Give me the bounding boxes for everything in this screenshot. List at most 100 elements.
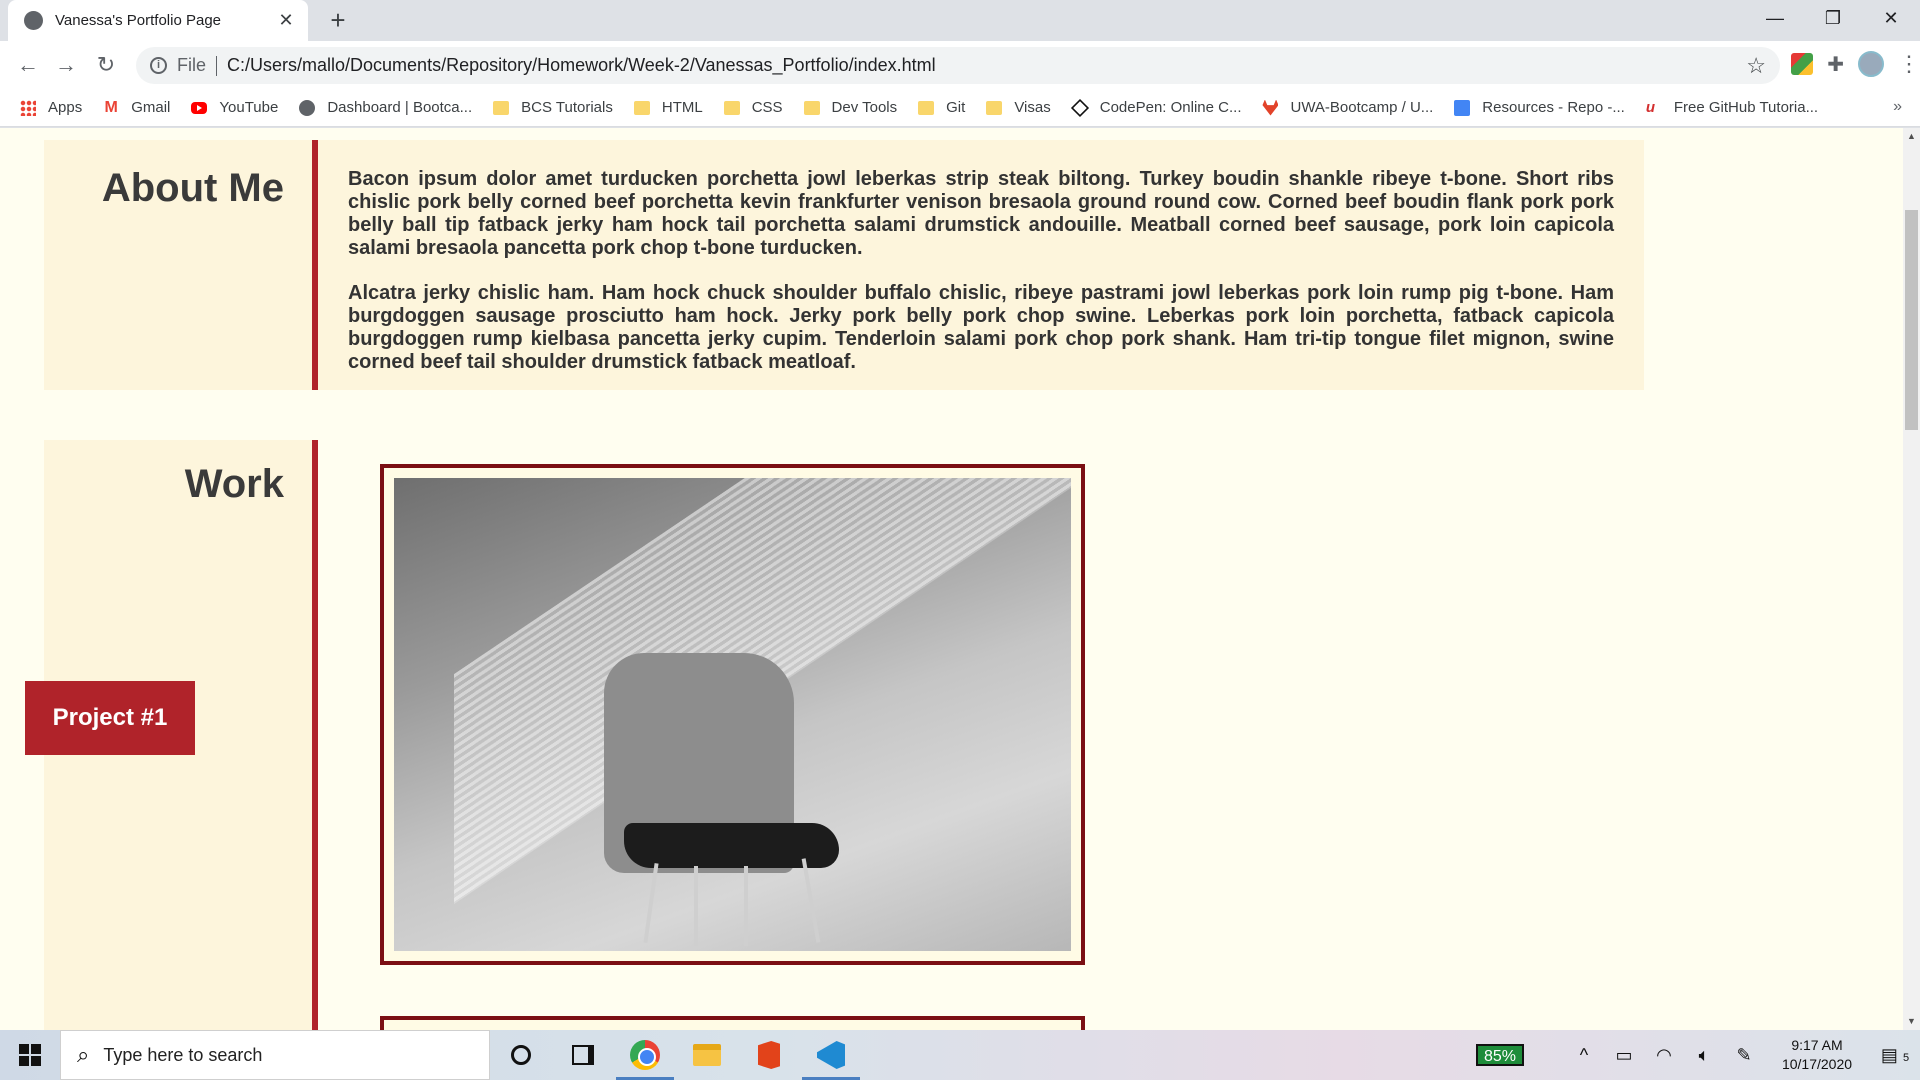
menu-kebab-icon[interactable]: ⋮ (1898, 51, 1920, 77)
info-icon[interactable]: i (150, 57, 167, 74)
folder-icon (986, 100, 1003, 115)
scroll-up-icon[interactable]: ▲ (1903, 128, 1920, 145)
back-arrow-icon[interactable]: ← (14, 51, 42, 79)
tab-strip: Vanessa's Portfolio Page ✕ + — ❐ ✕ (0, 0, 1920, 41)
about-section: About Me Bacon ipsum dolor amet turducke… (44, 140, 1644, 390)
bookmark-codepen[interactable]: CodePen: Online C... (1070, 98, 1242, 117)
system-tray: 85% ^ ▭ ◠ 🔈︎ ✎ 9:17 AM 10/17/2020 ▤ 5 (1475, 1030, 1920, 1080)
restore-button[interactable]: ❐ (1804, 0, 1862, 36)
bookmark-gmail[interactable]: M Gmail (103, 98, 171, 116)
file-explorer-icon (693, 1044, 721, 1066)
volume-icon[interactable]: 🔈︎ (1684, 1045, 1724, 1066)
notifications-count: 5 (1902, 1051, 1910, 1064)
close-window-button[interactable]: ✕ (1862, 0, 1920, 36)
project-photo (394, 478, 1071, 951)
scroll-down-icon[interactable]: ▼ (1903, 1013, 1920, 1030)
photo-chair-leg (643, 863, 659, 943)
project-image-frame[interactable] (380, 1016, 1085, 1030)
folder-icon (633, 100, 650, 115)
tab-close-icon[interactable]: ✕ (276, 10, 296, 31)
bookmark-label: HTML (661, 99, 703, 116)
toolbar-icons: ✚ ⋮ (1791, 51, 1920, 77)
tab-title: Vanessa's Portfolio Page (55, 12, 222, 29)
scheme-label: File (177, 55, 207, 75)
taskbar-search[interactable]: ⌕ Type here to search (60, 1030, 490, 1080)
clock-date: 10/17/2020 (1781, 1056, 1853, 1072)
search-placeholder: Type here to search (103, 1044, 263, 1065)
bookmark-gitlab[interactable]: UWA-Bootcamp / U... (1262, 99, 1433, 116)
profile-avatar[interactable] (1858, 51, 1884, 77)
bookmark-label: Resources - Repo -... (1482, 99, 1625, 116)
wifi-icon[interactable]: ◠ (1644, 1045, 1684, 1066)
bookmark-star-icon[interactable]: ☆ (1746, 53, 1766, 79)
folder-icon (918, 100, 935, 115)
work-section: Work (44, 440, 1648, 1030)
start-button[interactable] (0, 1030, 60, 1080)
bookmark-apps[interactable]: Apps (20, 99, 82, 116)
work-gallery (318, 440, 1648, 1030)
bookmark-git[interactable]: Git (918, 99, 965, 116)
bookmark-label: Free GitHub Tutoria... (1673, 99, 1819, 116)
bookmark-label: CodePen: Online C... (1099, 99, 1242, 116)
photo-chair-leg (744, 866, 748, 946)
docs-icon (1454, 99, 1471, 116)
new-tab-button[interactable]: + (324, 6, 352, 34)
gmail-icon: M (104, 98, 118, 116)
window-controls: — ❐ ✕ (1746, 0, 1920, 36)
apps-grid-icon (20, 99, 36, 116)
taskbar-file-explorer[interactable] (676, 1030, 738, 1080)
github-tutorial-icon: u (1645, 98, 1656, 116)
search-icon: ⌕ (77, 1042, 90, 1067)
bookmark-css[interactable]: CSS (723, 99, 783, 116)
photo-chair-leg (694, 866, 698, 946)
about-heading-panel: About Me (44, 140, 312, 390)
minimize-button[interactable]: — (1746, 0, 1804, 36)
extensions-puzzle-icon[interactable]: ✚ (1827, 52, 1844, 77)
bookmark-resources[interactable]: Resources - Repo -... (1454, 99, 1625, 116)
reload-icon[interactable]: ↻ (92, 51, 120, 79)
scroll-thumb[interactable] (1905, 210, 1918, 430)
browser-tab[interactable]: Vanessa's Portfolio Page ✕ (8, 0, 308, 41)
bookmark-html[interactable]: HTML (633, 99, 703, 116)
taskbar-vscode[interactable] (800, 1030, 862, 1080)
page-scrollbar[interactable]: ▲ ▼ (1903, 128, 1920, 1030)
taskbar-office[interactable] (738, 1030, 800, 1080)
url-text[interactable]: C:/Users/mallo/Documents/Repository/Home… (227, 55, 1746, 76)
bookmark-bcs-tutorials[interactable]: BCS Tutorials (493, 99, 613, 116)
bookmarks-bar: Apps M Gmail YouTube Dashboard | Bootca.… (0, 89, 1920, 127)
folder-icon (803, 100, 820, 115)
clock-time: 9:17 AM (1791, 1037, 1843, 1053)
about-heading: About Me (101, 166, 284, 210)
battery-icon[interactable]: ▭ (1604, 1045, 1644, 1066)
task-view-button[interactable] (552, 1030, 614, 1080)
forward-arrow-icon[interactable]: → (52, 51, 80, 79)
chevron-up-icon[interactable]: ^ (1564, 1045, 1604, 1066)
extension-icon[interactable] (1791, 53, 1814, 75)
bookmarks-overflow-icon[interactable]: » (1893, 98, 1902, 116)
project-image-frame[interactable] (380, 464, 1085, 965)
bookmark-youtube[interactable]: YouTube (191, 99, 278, 116)
address-bar[interactable]: i File C:/Users/mallo/Documents/Reposito… (136, 47, 1780, 84)
bookmark-github-tutorial[interactable]: u Free GitHub Tutoria... (1646, 99, 1818, 116)
task-view-icon (572, 1045, 594, 1065)
codepen-icon (1070, 98, 1089, 117)
pen-icon[interactable]: ✎ (1724, 1045, 1764, 1066)
taskbar-clock[interactable]: 9:17 AM 10/17/2020 (1772, 1036, 1862, 1074)
notifications-button[interactable]: ▤ 5 (1870, 1045, 1920, 1066)
project-1-button[interactable]: Project #1 (25, 681, 195, 755)
battery-indicator[interactable]: 85% (1475, 1044, 1524, 1066)
youtube-icon (191, 101, 208, 114)
work-heading: Work (184, 462, 284, 506)
bookmark-dashboard[interactable]: Dashboard | Bootca... (299, 99, 472, 116)
notifications-icon: ▤ (1880, 1044, 1898, 1065)
bookmark-visas[interactable]: Visas (986, 99, 1051, 116)
globe-icon (24, 11, 43, 30)
globe-icon (299, 99, 316, 116)
cortana-button[interactable] (490, 1030, 552, 1080)
about-paragraph: Bacon ipsum dolor amet turducken porchet… (348, 168, 1614, 259)
cortana-icon (511, 1045, 531, 1065)
photo-chair-seat (624, 823, 839, 868)
gitlab-icon (1262, 99, 1279, 116)
bookmark-dev-tools[interactable]: Dev Tools (803, 99, 897, 116)
taskbar-chrome[interactable] (614, 1030, 676, 1080)
